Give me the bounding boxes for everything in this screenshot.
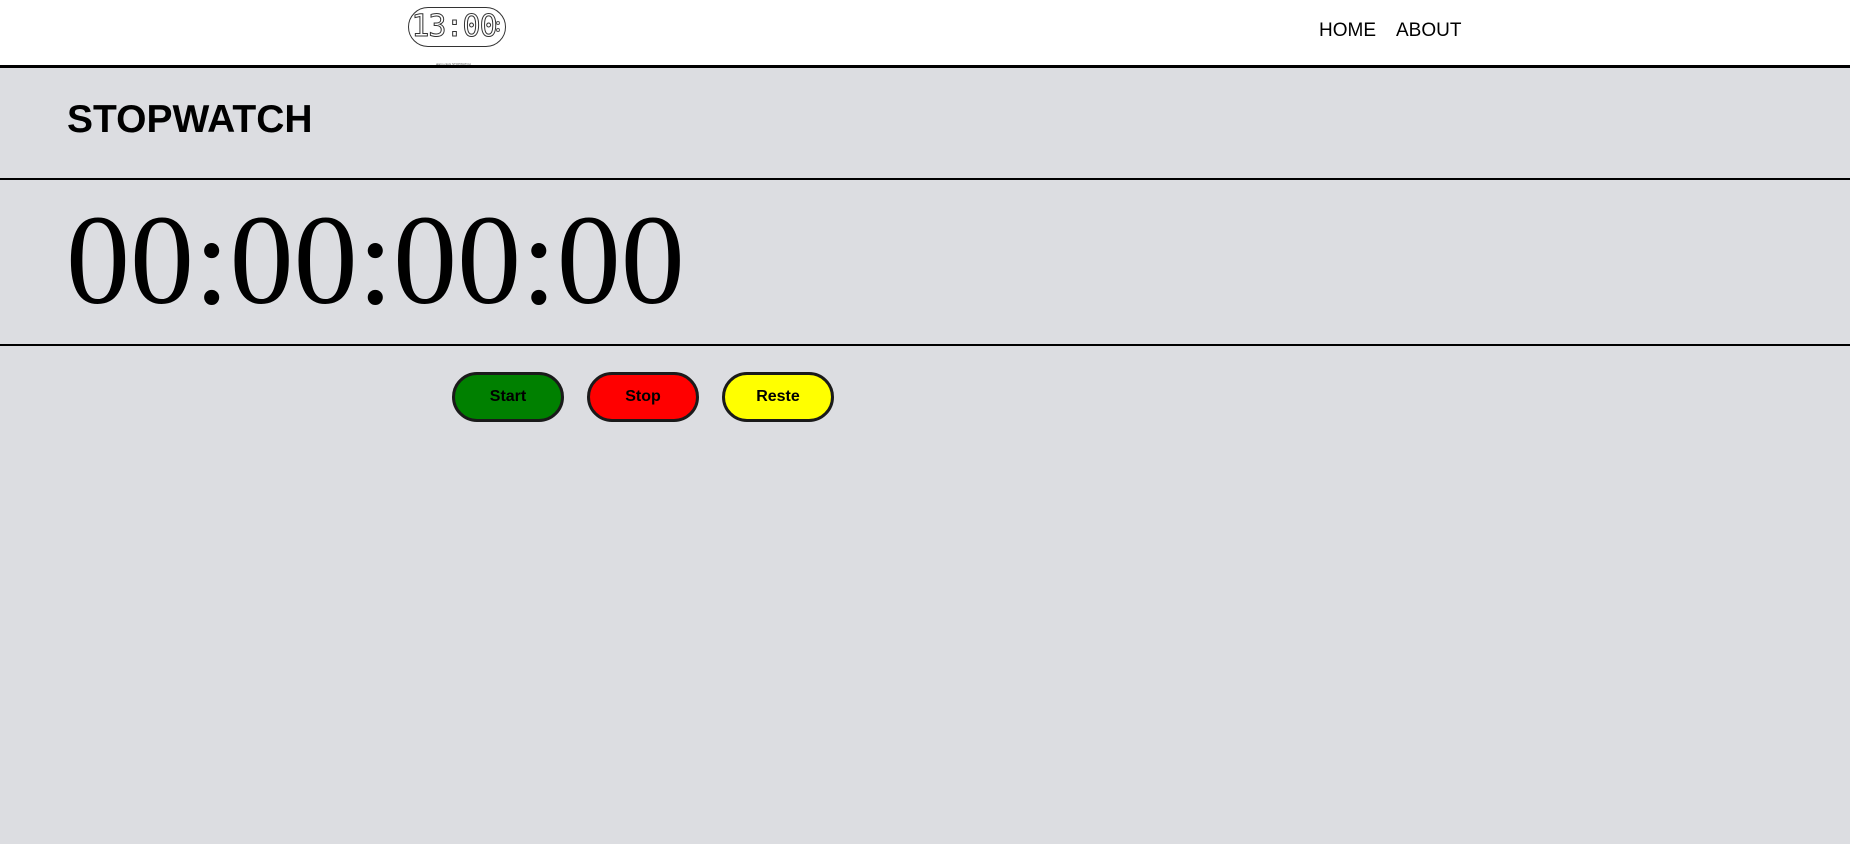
logo-dots-icon (496, 21, 500, 32)
nav-about-link[interactable]: ABOUT (1396, 20, 1461, 42)
logo-caption: alarm clock STOPWATCH (436, 62, 471, 66)
controls-section: Start Stop Reste (0, 346, 1850, 646)
timer-section: 00:00:00:00 (0, 180, 1850, 346)
stop-button[interactable]: Stop (587, 372, 699, 422)
top-navigation-bar: 13:00 alarm clock STOPWATCH HOME ABOUT (0, 0, 1850, 68)
main-nav: HOME ABOUT (1319, 20, 1461, 42)
title-section: STOPWATCH (0, 68, 1850, 180)
nav-home-link[interactable]: HOME (1319, 20, 1376, 42)
digital-clock-logo[interactable]: 13:00 (408, 7, 506, 47)
logo-digits: 13:00 (411, 9, 498, 44)
reset-button[interactable]: Reste (722, 372, 834, 422)
start-button[interactable]: Start (452, 372, 564, 422)
stopwatch-display: 00:00:00:00 (66, 189, 685, 331)
page-title: STOPWATCH (67, 98, 313, 141)
